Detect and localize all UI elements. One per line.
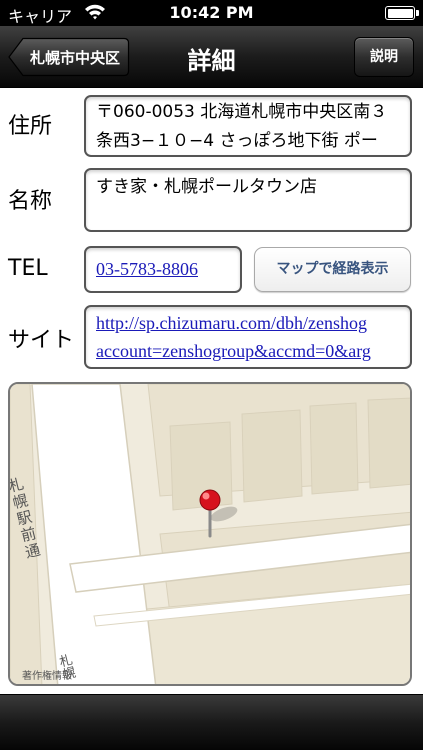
name-value: すき家・札幌ポールタウン店 xyxy=(96,177,317,197)
map-view[interactable]: 札幌駅前通 札幌 著作権情報 xyxy=(8,382,412,686)
status-time: 10:42 PM xyxy=(169,3,254,22)
route-map-button[interactable]: マップで経路表示 xyxy=(254,247,411,292)
site-field[interactable]: http://sp.chizumaru.com/dbh/zenshog acco… xyxy=(84,305,412,369)
map-building xyxy=(367,397,410,489)
map-road-main xyxy=(31,384,157,684)
site-link-line-1[interactable]: http://sp.chizumaru.com/dbh/zenshog xyxy=(96,309,371,337)
back-button-label: 札幌市中央区 xyxy=(29,49,120,67)
site-link-line-2[interactable]: account=zenshogroup&accmd=0&arg xyxy=(96,337,371,365)
page-title: 詳細 xyxy=(187,47,236,75)
battery-icon xyxy=(385,6,419,20)
status-bar: キャリア 10:42 PM xyxy=(0,0,423,26)
back-button[interactable]: 札幌市中央区 xyxy=(8,37,130,77)
help-button[interactable]: 説明 xyxy=(354,37,414,77)
address-line-1: 〒060-0053 北海道札幌市中央区南３ xyxy=(96,102,388,122)
tel-link[interactable]: 03-5783-8806 xyxy=(96,255,198,283)
navigation-bar: 札幌市中央区 詳細 説明 xyxy=(0,26,423,88)
address-label: 住所 xyxy=(8,114,53,139)
site-label: サイト xyxy=(8,328,75,353)
tel-label: TEL xyxy=(8,256,48,281)
map-drawing xyxy=(10,384,410,684)
address-line-2: 条西3−１０−4 さっぽろ地下街 ポー xyxy=(96,131,378,151)
tel-field[interactable]: 03-5783-8806 xyxy=(84,246,242,293)
name-field[interactable]: すき家・札幌ポールタウン店 xyxy=(84,168,412,232)
map-copyright-link[interactable]: 著作権情報 xyxy=(22,667,72,682)
map-building xyxy=(241,409,303,503)
map-building xyxy=(309,402,359,495)
bottom-toolbar xyxy=(0,694,423,750)
address-field[interactable]: 〒060-0053 北海道札幌市中央区南３ 条西3−１０−4 さっぽろ地下街 ポ… xyxy=(84,95,412,157)
name-label: 名称 xyxy=(8,189,53,214)
